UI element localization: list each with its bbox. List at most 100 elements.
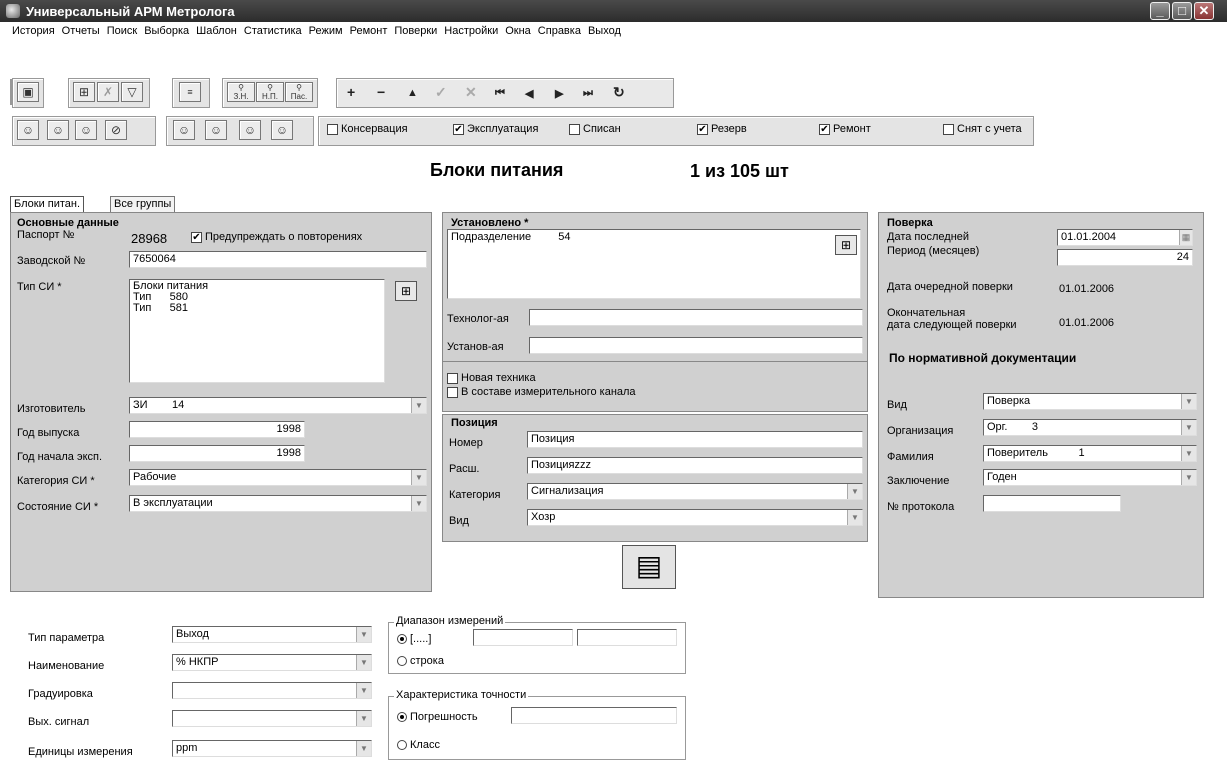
user-move-icon[interactable]: ☺	[271, 120, 293, 140]
signal-dropdown-icon[interactable]: ▼	[356, 711, 371, 726]
conservation-checkbox[interactable]	[327, 123, 338, 135]
pos-category-dropdown-icon[interactable]: ▼	[847, 484, 862, 499]
menu-windows[interactable]: Окна	[505, 25, 531, 37]
installed-memo[interactable]: Подразделение 54	[447, 229, 861, 299]
menu-search[interactable]: Поиск	[107, 25, 137, 37]
range-interval-radio[interactable]	[397, 634, 407, 645]
category-dropdown-icon[interactable]: ▼	[411, 470, 426, 485]
factory-input[interactable]: 7650064	[129, 251, 427, 268]
filter-conservation[interactable]: Консервация	[327, 123, 408, 135]
filter-deregistered[interactable]: Снят с учета	[943, 123, 1022, 135]
clear-filter-icon[interactable]: ✗	[97, 82, 119, 102]
menu-help[interactable]: Справка	[538, 25, 581, 37]
accuracy-option-class[interactable]: Класс	[397, 739, 440, 751]
person-icon[interactable]: ☺	[17, 120, 39, 140]
deregistered-checkbox[interactable]	[943, 123, 954, 135]
conclusion-select[interactable]: Годен ▼	[983, 469, 1197, 486]
maker-dropdown-icon[interactable]: ▼	[411, 398, 426, 413]
person-link-icon[interactable]: ☺	[47, 120, 69, 140]
filter-repair[interactable]: ✔ Ремонт	[819, 123, 871, 135]
last-date-input[interactable]: 01.01.2004 ▦	[1057, 229, 1193, 246]
accuracy-class-radio[interactable]	[397, 740, 407, 751]
ver-kind-dropdown-icon[interactable]: ▼	[1181, 394, 1196, 409]
accuracy-error-radio[interactable]	[397, 712, 407, 723]
person-block-icon[interactable]: ⊘	[105, 120, 127, 140]
repair-checkbox[interactable]: ✔	[819, 123, 830, 135]
menu-template[interactable]: Шаблон	[196, 25, 237, 37]
org-select[interactable]: Орг. 3 ▼	[983, 419, 1197, 436]
conclusion-dropdown-icon[interactable]: ▼	[1181, 470, 1196, 485]
search-zn-button[interactable]: ⚲ З.Н.	[227, 82, 255, 102]
category-select[interactable]: Рабочие ▼	[129, 469, 427, 486]
ver-kind-select[interactable]: Поверка ▼	[983, 393, 1197, 410]
passport-book-icon[interactable]: ▤	[622, 545, 676, 589]
range-min-input[interactable]	[473, 629, 573, 646]
new-tech-checkbox[interactable]	[447, 372, 458, 384]
range-option-string[interactable]: строка	[397, 655, 444, 667]
channel-option[interactable]: В составе измерительного канала	[447, 386, 636, 398]
warn-repeat-checkbox[interactable]: ✔	[191, 231, 202, 243]
menu-exit[interactable]: Выход	[588, 25, 621, 37]
accuracy-error-input[interactable]	[511, 707, 677, 724]
menu-settings[interactable]: Настройки	[444, 25, 498, 37]
menu-mode[interactable]: Режим	[309, 25, 343, 37]
menu-statistics[interactable]: Статистика	[244, 25, 302, 37]
inst-input[interactable]	[529, 337, 863, 354]
type-memo[interactable]: Блоки питания Тип 580 Тип 581	[129, 279, 385, 383]
techn-input[interactable]	[529, 309, 863, 326]
numbered-list-icon[interactable]: ≡	[179, 82, 201, 102]
delete-record-icon[interactable]: −	[377, 84, 385, 100]
pos-number-input[interactable]: Позиция	[527, 431, 863, 448]
add-record-icon[interactable]: +	[347, 84, 355, 100]
edit-record-icon[interactable]: ▲	[407, 87, 418, 99]
exploitation-checkbox[interactable]: ✔	[453, 123, 464, 135]
post-record-icon[interactable]: ✓	[435, 84, 447, 101]
state-select[interactable]: В эксплуатации ▼	[129, 495, 427, 512]
units-select[interactable]: ppm ▼	[172, 740, 372, 757]
menu-reports[interactable]: Отчеты	[62, 25, 100, 37]
user-transfer-icon[interactable]: ☺	[239, 120, 261, 140]
calendar-icon[interactable]: ▦	[1179, 230, 1192, 245]
cancel-edit-icon[interactable]: ✕	[465, 84, 477, 101]
year-input[interactable]: 1998	[129, 421, 305, 438]
range-string-radio[interactable]	[397, 656, 407, 667]
param-name-dropdown-icon[interactable]: ▼	[356, 655, 371, 670]
user-icon[interactable]: ☺	[173, 120, 195, 140]
new-tech-option[interactable]: Новая техника	[447, 372, 536, 384]
last-record-icon[interactable]: ⏭	[583, 87, 593, 100]
filter-written-off[interactable]: Списан	[569, 123, 621, 135]
param-name-select[interactable]: % НКПР ▼	[172, 654, 372, 671]
warn-repeat-option[interactable]: ✔ Предупреждать о повторениях	[191, 231, 362, 243]
grad-select[interactable]: ▼	[172, 682, 372, 699]
next-record-icon[interactable]: ▶	[555, 87, 563, 100]
state-dropdown-icon[interactable]: ▼	[411, 496, 426, 511]
written-off-checkbox[interactable]	[569, 123, 580, 135]
table-filter-icon[interactable]: ⊞	[73, 82, 95, 102]
close-button[interactable]: ✕	[1194, 2, 1214, 20]
person-unlink-icon[interactable]: ☺	[75, 120, 97, 140]
range-option-interval[interactable]: [.....]	[397, 633, 431, 645]
tab-power-units[interactable]: Блоки питан.	[10, 196, 85, 212]
grad-dropdown-icon[interactable]: ▼	[356, 683, 371, 698]
units-dropdown-icon[interactable]: ▼	[356, 741, 371, 756]
param-type-select[interactable]: Выход ▼	[172, 626, 372, 643]
surname-dropdown-icon[interactable]: ▼	[1181, 446, 1196, 461]
org-dropdown-icon[interactable]: ▼	[1181, 420, 1196, 435]
start-input[interactable]: 1998	[129, 445, 305, 462]
first-record-icon[interactable]: ⏮	[495, 87, 505, 100]
period-input[interactable]: 24	[1057, 249, 1193, 266]
pos-kind-dropdown-icon[interactable]: ▼	[847, 510, 862, 525]
param-type-dropdown-icon[interactable]: ▼	[356, 627, 371, 642]
protocol-input[interactable]	[983, 495, 1121, 512]
filter-icon[interactable]: ▽	[121, 82, 143, 102]
menu-selection[interactable]: Выборка	[144, 25, 189, 37]
minimize-button[interactable]: _	[1150, 2, 1170, 20]
search-pas-button[interactable]: ⚲ Пас.	[285, 82, 313, 102]
reserve-checkbox[interactable]: ✔	[697, 123, 708, 135]
channel-checkbox[interactable]	[447, 386, 458, 398]
refresh-icon[interactable]: ↻	[613, 84, 625, 101]
signal-select[interactable]: ▼	[172, 710, 372, 727]
tab-all-groups[interactable]: Все группы	[110, 196, 176, 212]
accuracy-option-error[interactable]: Погрешность	[397, 711, 478, 723]
pos-rasch-input[interactable]: Позицияzzz	[527, 457, 863, 474]
